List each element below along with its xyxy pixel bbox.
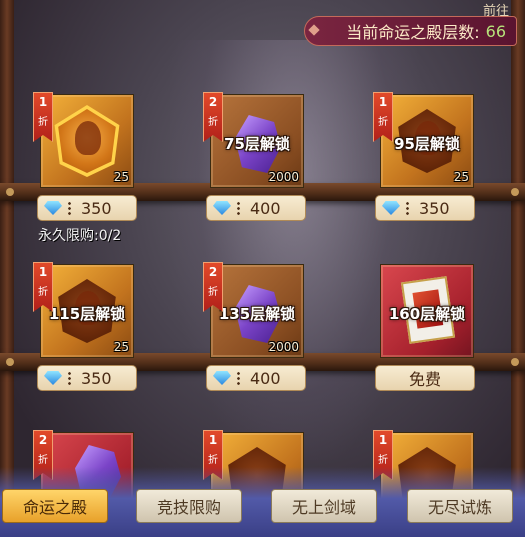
shop-item-r2c3[interactable]: 160层解锁: [380, 264, 474, 358]
price-value: 350: [419, 198, 450, 218]
free-button-r2c3[interactable]: 免费: [375, 365, 475, 391]
unlock-label: 115层解锁: [48, 305, 126, 323]
layers-counter: 当前命运之殿层数: 66: [304, 16, 517, 46]
item-tile: 75层解锁 2000: [210, 94, 304, 188]
shop-item-r1c2[interactable]: 75层解锁 2000 2 折: [203, 92, 304, 188]
diamond-icon: [44, 201, 62, 215]
purchase-limit: 永久限购:0/2: [38, 228, 122, 244]
discount-ribbon: 1 折: [373, 92, 393, 142]
tab-label: 无尽试炼: [427, 498, 492, 517]
shop-item-r2c2[interactable]: 135层解锁 2000 2 折: [203, 262, 304, 358]
diamond-icon: [44, 371, 62, 385]
price-value: 免费: [408, 370, 441, 389]
discount-unit: 折: [208, 117, 218, 128]
discount-value: 1: [378, 433, 388, 447]
price-button-r1c2[interactable]: 400: [206, 195, 306, 221]
item-tile: 25: [40, 94, 134, 188]
discount-unit: 折: [208, 455, 218, 466]
separator: [237, 201, 240, 215]
layers-label: 当前命运之殿层数:: [346, 23, 480, 42]
diamond-icon: [213, 371, 231, 385]
unlock-label: 135层解锁: [218, 305, 296, 323]
item-count: 2000: [268, 170, 299, 184]
item-count: 2000: [268, 340, 299, 354]
discount-unit: 折: [378, 455, 388, 466]
item-tile: 135层解锁 2000: [210, 264, 304, 358]
price-value: 350: [81, 198, 112, 218]
discount-ribbon: 2 折: [203, 262, 223, 312]
discount-value: 2: [208, 265, 218, 279]
shop-item-r2c1[interactable]: 115层解锁 25 1 折: [33, 262, 134, 358]
discount-unit: 折: [38, 117, 48, 128]
frame-right: [511, 0, 525, 537]
tab-label: 命运之殿: [22, 498, 87, 517]
tab-fate-hall[interactable]: 命运之殿: [2, 489, 108, 523]
discount-value: 1: [38, 95, 48, 109]
tab-arena-limited[interactable]: 竞技限购: [136, 489, 242, 523]
discount-value: 1: [378, 95, 388, 109]
price-button-r2c1[interactable]: 350: [37, 365, 137, 391]
frame-left: [0, 0, 14, 537]
separator: [406, 201, 409, 215]
unlock-label: 95层解锁: [394, 135, 460, 153]
price-value: 350: [81, 368, 112, 388]
discount-ribbon: 1 折: [33, 262, 53, 312]
tab-endless-trial[interactable]: 无尽试炼: [407, 489, 513, 523]
price-value: 400: [250, 368, 281, 388]
tab-sword-domain[interactable]: 无上剑域: [271, 489, 377, 523]
tab-label: 无上剑域: [291, 498, 356, 517]
price-button-r1c3[interactable]: 350: [375, 195, 475, 221]
discount-unit: 折: [208, 287, 218, 298]
separator: [237, 371, 240, 385]
discount-value: 2: [208, 95, 218, 109]
separator: [68, 371, 71, 385]
unlock-label: 160层解锁: [388, 305, 466, 323]
item-count: 25: [453, 170, 469, 184]
price-button-r1c1[interactable]: 350: [37, 195, 137, 221]
hero-head-icon: [75, 121, 101, 155]
discount-value: 2: [38, 433, 48, 447]
item-count: 25: [113, 340, 129, 354]
item-count: 25: [113, 170, 129, 184]
item-tile: 95层解锁 25: [380, 94, 474, 188]
tab-label: 竞技限购: [156, 498, 221, 517]
shop-item-r1c1[interactable]: 25 1 折: [33, 92, 134, 188]
price-value: 400: [250, 198, 281, 218]
item-tile: 160层解锁: [380, 264, 474, 358]
diamond-icon: [213, 201, 231, 215]
diamond-icon: [382, 201, 400, 215]
discount-value: 1: [38, 265, 48, 279]
discount-unit: 折: [378, 117, 388, 128]
discount-unit: 折: [38, 455, 48, 466]
item-tile: 115层解锁 25: [40, 264, 134, 358]
unlock-label: 75层解锁: [224, 135, 290, 153]
discount-ribbon: 2 折: [203, 92, 223, 142]
shop-item-r1c3[interactable]: 95层解锁 25 1 折: [373, 92, 474, 188]
layers-value: 66: [485, 21, 506, 41]
separator: [68, 201, 71, 215]
discount-ribbon: 1 折: [33, 92, 53, 142]
tab-bar: 命运之殿 竞技限购 无上剑域 无尽试炼: [0, 467, 525, 537]
discount-value: 1: [208, 433, 218, 447]
discount-unit: 折: [38, 287, 48, 298]
price-button-r2c2[interactable]: 400: [206, 365, 306, 391]
